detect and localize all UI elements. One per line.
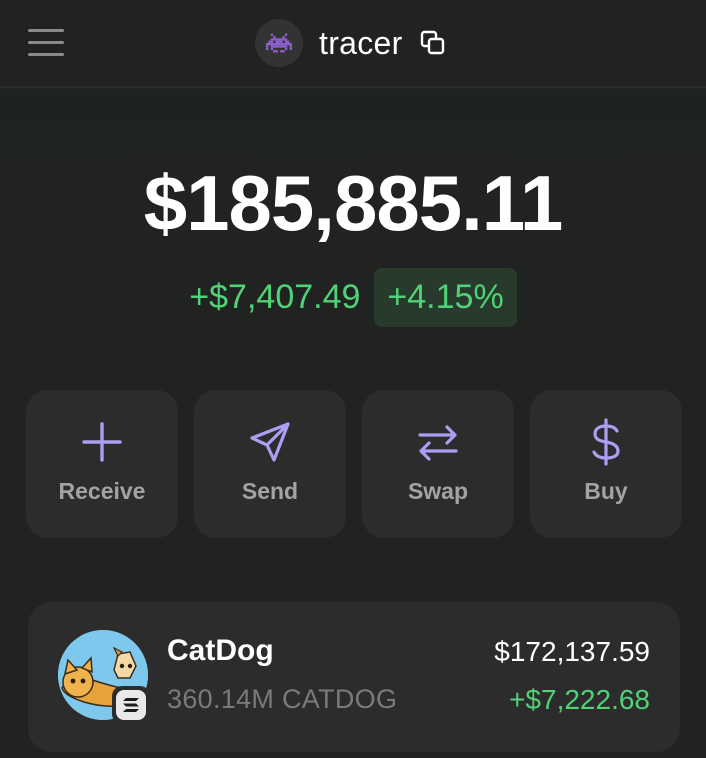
change-amount: +$7,407.49 bbox=[189, 278, 361, 316]
solana-icon bbox=[123, 698, 139, 712]
token-change: +$7,222.68 bbox=[509, 684, 650, 715]
token-name: CatDog bbox=[167, 634, 274, 667]
swap-arrows-icon bbox=[418, 425, 458, 461]
account-avatar bbox=[255, 19, 303, 67]
portfolio-view: $185,885.11 +$7,407.49 +4.15% Receive Se… bbox=[0, 90, 706, 758]
dollar-icon bbox=[592, 418, 620, 466]
receive-button[interactable]: Receive bbox=[26, 390, 178, 538]
send-arrow-icon bbox=[250, 422, 290, 462]
swap-button[interactable]: Swap bbox=[362, 390, 514, 538]
buy-button[interactable]: Buy bbox=[530, 390, 682, 538]
token-value: $172,137.59 bbox=[494, 636, 650, 667]
action-buttons: Receive Send Swap Buy bbox=[26, 390, 682, 538]
chain-badge bbox=[112, 686, 150, 724]
change-percent-badge: +4.15% bbox=[374, 268, 517, 327]
plus-icon bbox=[82, 422, 122, 462]
buy-label: Buy bbox=[584, 478, 628, 504]
send-label: Send bbox=[241, 478, 299, 504]
send-button[interactable]: Send bbox=[194, 390, 346, 538]
hamburger-menu-icon[interactable] bbox=[28, 27, 64, 57]
top-bar: tracer bbox=[0, 0, 706, 88]
token-row[interactable]: CatDog 360.14M CATDOG $172,137.59 +$7,22… bbox=[28, 602, 680, 752]
receive-label: Receive bbox=[58, 478, 146, 504]
swap-label: Swap bbox=[407, 478, 469, 504]
account-selector[interactable]: tracer bbox=[255, 18, 447, 68]
balance-change: +$7,407.49 +4.15% bbox=[0, 268, 706, 327]
space-invader-icon bbox=[266, 33, 292, 53]
token-amount: 360.14M CATDOG bbox=[167, 684, 398, 714]
account-name: tracer bbox=[319, 24, 403, 61]
copy-icon[interactable] bbox=[419, 29, 447, 57]
total-balance: $185,885.11 bbox=[143, 159, 563, 247]
